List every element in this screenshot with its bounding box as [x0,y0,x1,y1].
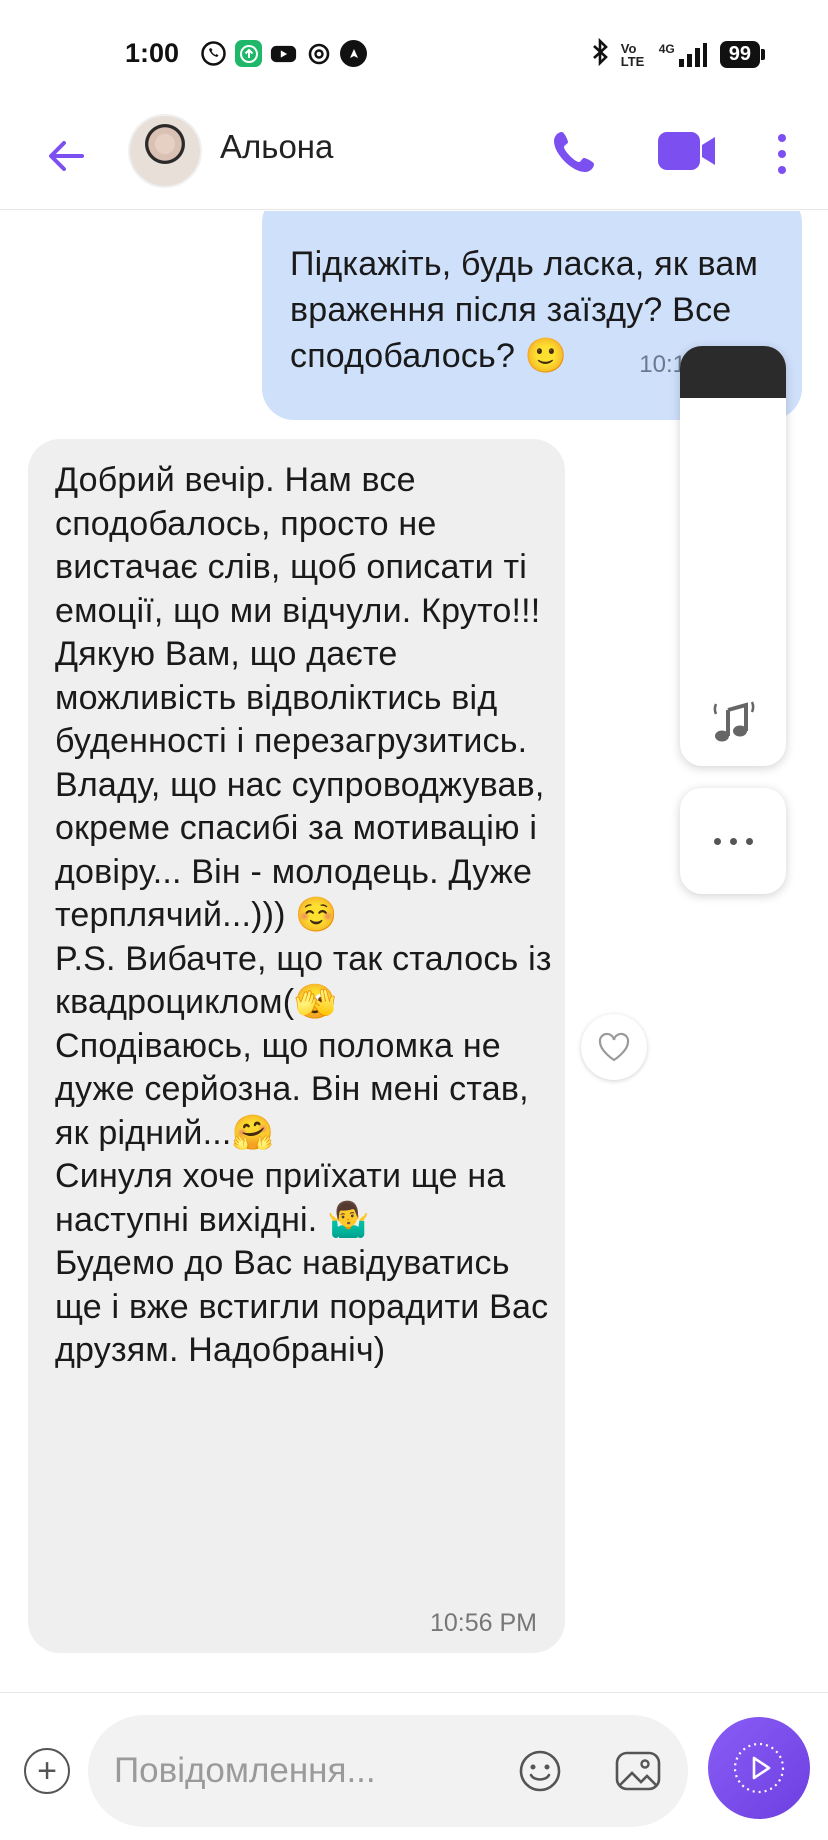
music-note-icon [713,701,755,742]
more-options-button[interactable] [770,126,794,182]
bluetooth-icon [591,37,609,71]
battery-indicator: 99 [719,41,766,68]
volte-label: Vo LTE [620,40,645,69]
composer: + [0,1692,828,1840]
message-time: 10:56 PM [429,1609,537,1637]
phone-icon [554,132,594,172]
add-attachment-button[interactable]: + [24,1748,70,1794]
chat-header: Альона [0,110,828,210]
more-horizontal-icon [713,837,721,845]
panel-more-button[interactable] [680,788,786,894]
incoming-message[interactable]: Добрий вечір. Нам все сподобалось, прост… [28,439,565,1653]
message-input[interactable] [114,1715,504,1827]
threads-icon [305,40,332,67]
youtube-icon [270,40,297,67]
avatar[interactable] [128,114,202,188]
video-call-button[interactable] [655,126,719,176]
send-button[interactable] [708,1717,810,1819]
message-text: Добрий вечір. Нам все сподобалось, прост… [55,461,552,1369]
heart-icon [598,1032,630,1062]
emoji-icon [519,1750,561,1792]
signal-icon: 4G [659,42,708,68]
more-vertical-icon [778,134,786,174]
call-button[interactable] [550,126,600,176]
send-play-icon [733,1742,785,1794]
status-app-icons [200,40,367,67]
like-button[interactable] [581,1014,647,1080]
status-time: 1:00 [125,38,180,68]
floating-media-panel[interactable] [680,346,786,766]
more-horizontal-dot [745,837,753,845]
back-arrow-icon [49,141,84,171]
video-camera-icon [658,132,715,170]
music-button[interactable] [708,696,760,746]
emoji-button[interactable] [516,1747,564,1795]
status-indicators: Vo LTE 4G 99 [591,37,766,71]
panel-drag-handle[interactable] [680,346,786,398]
message-input-container[interactable] [88,1715,688,1827]
plus-circle-icon: + [37,1752,57,1790]
status-bar: 1:00 Vo LTE 4G 99 [0,0,828,110]
upload-icon [235,40,262,67]
network-label: 4G [658,41,675,56]
navigation-icon [340,40,367,67]
contact-name[interactable]: Альона [220,128,333,166]
more-horizontal-dot [729,837,737,845]
gallery-button[interactable] [612,1747,664,1795]
viber-icon [200,40,227,67]
back-button[interactable] [42,132,90,180]
gallery-icon [615,1751,661,1791]
